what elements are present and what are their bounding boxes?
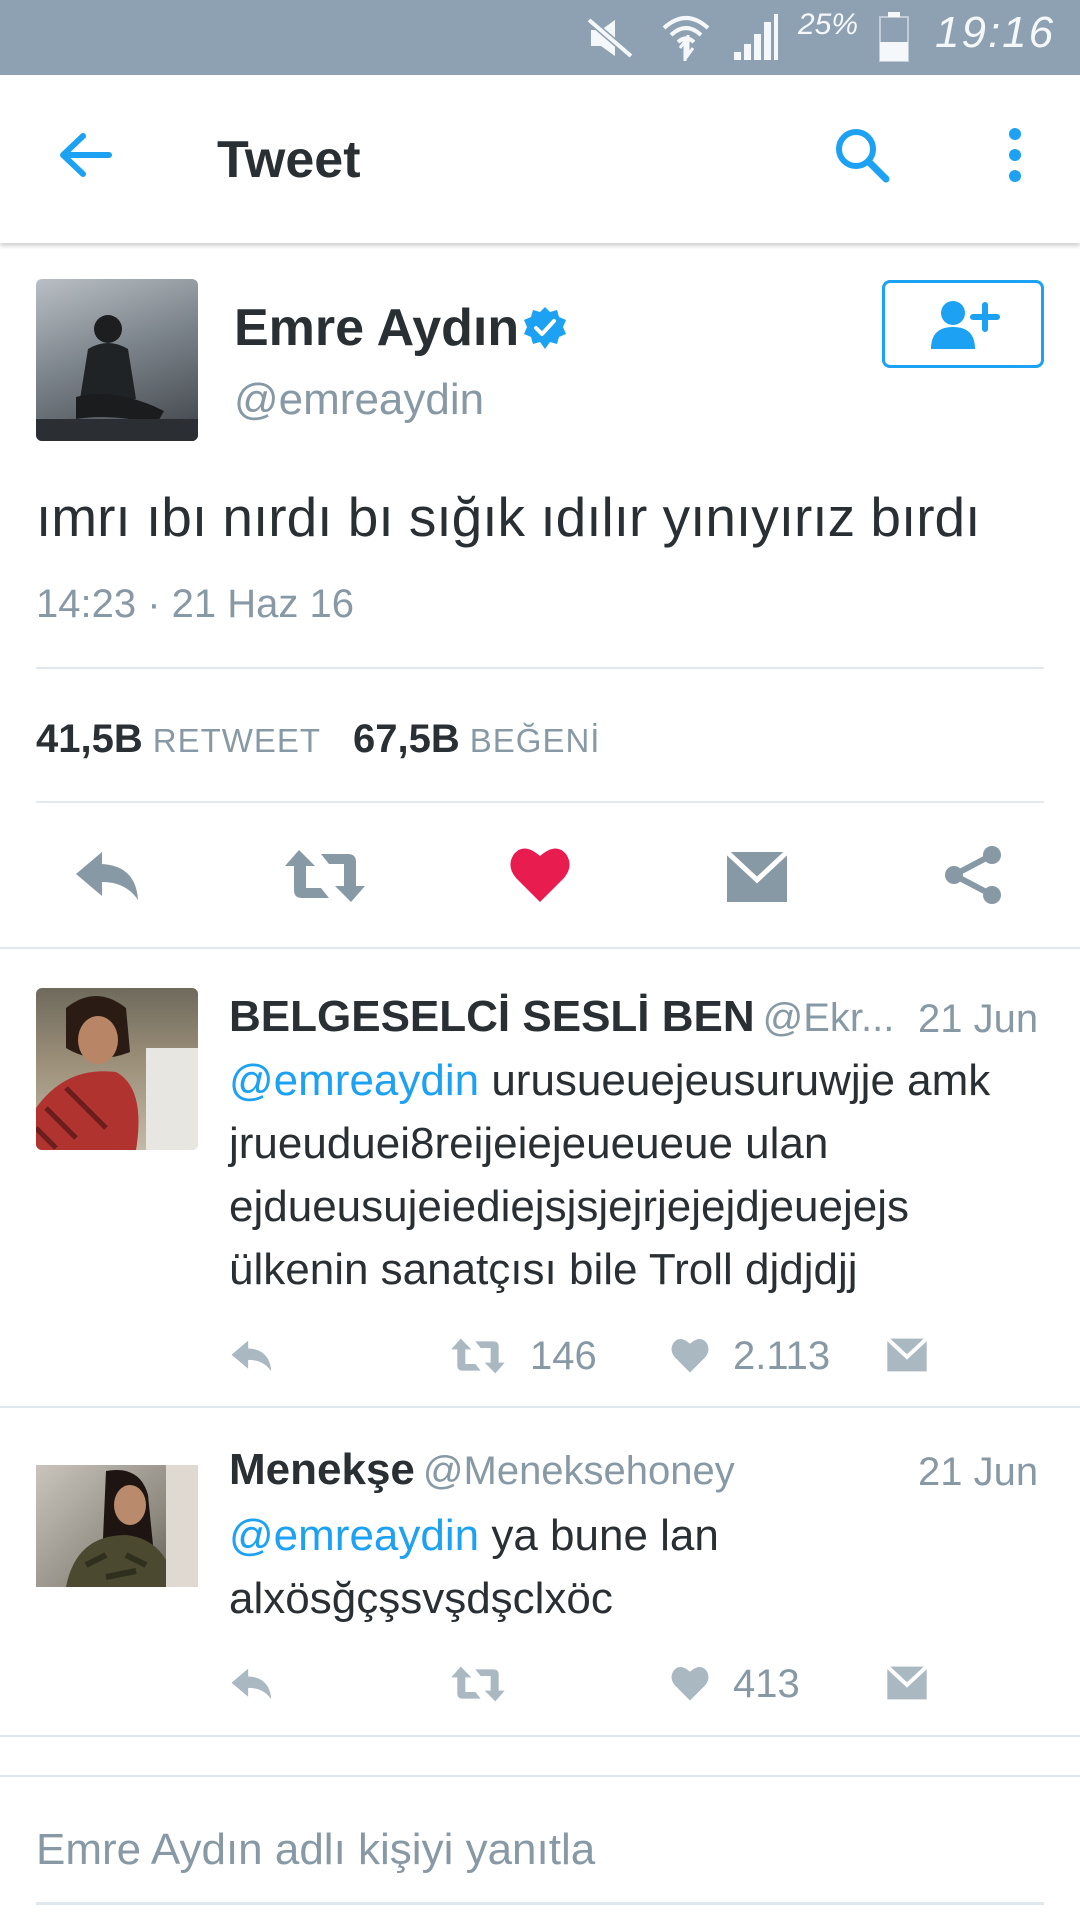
like-heart-icon[interactable] xyxy=(670,1664,710,1702)
reply-icon[interactable] xyxy=(229,1338,275,1374)
retweet-icon[interactable] xyxy=(283,846,367,906)
like-label: BEĞENİ xyxy=(469,722,601,759)
tweet-text: ımrı ıbı nırdı bı sığık ıdılır yınıyırız… xyxy=(36,486,981,548)
divider xyxy=(0,1775,1080,1777)
back-arrow-icon[interactable] xyxy=(55,130,115,180)
direct-message-icon[interactable] xyxy=(725,850,789,904)
reply-author-handle: @Ekr... xyxy=(762,996,895,1040)
avatar-image xyxy=(66,1465,198,1587)
reply-author[interactable]: Menekşe @Meneksehoney xyxy=(229,1445,735,1495)
like-heart-icon[interactable] xyxy=(670,1336,710,1374)
reply-avatar[interactable] xyxy=(36,988,198,1150)
reply-like-count: 413 xyxy=(733,1662,800,1706)
retweet-stat[interactable]: 41,5B RETWEET xyxy=(36,717,321,762)
reply-icon[interactable] xyxy=(229,1666,275,1702)
reply-text-block: @emreaydin ya bune lan alxösğçşsvşdşclxö… xyxy=(229,1504,1049,1630)
divider xyxy=(0,1735,1080,1737)
add-user-icon xyxy=(931,301,1000,349)
follow-button[interactable] xyxy=(882,280,1044,368)
author-name[interactable]: Emre Aydın xyxy=(234,298,519,358)
reply-icon[interactable] xyxy=(72,848,144,904)
more-options-icon[interactable] xyxy=(1000,125,1030,185)
search-icon[interactable] xyxy=(832,125,892,185)
mention-link[interactable]: @emreaydin xyxy=(229,1511,479,1560)
battery-percent: 25% xyxy=(798,8,859,41)
mute-icon xyxy=(586,17,634,59)
page-title: Tweet xyxy=(217,131,361,189)
reply-author-name: BELGESELCİ SESLİ BEN xyxy=(229,992,755,1041)
divider xyxy=(0,947,1080,949)
direct-message-icon[interactable] xyxy=(886,1665,928,1701)
reply-avatar[interactable] xyxy=(36,1465,198,1587)
direct-message-icon[interactable] xyxy=(886,1337,928,1373)
like-heart-icon[interactable] xyxy=(508,844,572,904)
app-bar: Tweet xyxy=(0,75,1080,243)
author-avatar[interactable] xyxy=(36,279,198,441)
retweet-icon[interactable] xyxy=(450,1336,506,1376)
retweet-count: 41,5B xyxy=(36,717,143,761)
mention-link[interactable]: @emreaydin xyxy=(229,1056,479,1105)
retweet-icon[interactable] xyxy=(450,1664,506,1704)
divider xyxy=(36,667,1044,669)
reply-date: 21 Jun xyxy=(918,1450,1039,1494)
clock: 19:16 xyxy=(935,8,1056,57)
reply-author[interactable]: BELGESELCİ SESLİ BEN @Ekr... xyxy=(229,992,894,1042)
reply-retweet-count: 146 xyxy=(530,1334,597,1378)
avatar-image xyxy=(36,315,198,441)
divider xyxy=(36,801,1044,803)
reply-like-count: 2.113 xyxy=(733,1334,831,1378)
battery-icon xyxy=(879,12,909,62)
status-bar: 25% 19:16 xyxy=(0,0,1080,75)
reply-text-block: @emreaydin urusueuejeusuruwjje amk jrueu… xyxy=(229,1049,1049,1301)
like-count: 67,5B xyxy=(353,717,460,761)
reply-author-name: Menekşe xyxy=(229,1445,415,1494)
reply-date: 21 Jun xyxy=(918,997,1039,1041)
wifi-icon xyxy=(662,16,710,61)
retweet-label: RETWEET xyxy=(152,722,322,759)
tweet-timestamp: 14:23 · 21 Haz 16 xyxy=(36,582,354,626)
divider xyxy=(0,1406,1080,1408)
verified-badge-icon xyxy=(524,307,566,349)
like-stat[interactable]: 67,5B BEĞENİ xyxy=(353,717,600,762)
reply-input-underline xyxy=(36,1902,1044,1905)
signal-icon xyxy=(734,14,778,60)
reply-compose-input[interactable]: Emre Aydın adlı kişiyi yanıtla xyxy=(36,1825,595,1875)
reply-author-handle: @Meneksehoney xyxy=(422,1449,735,1493)
author-handle[interactable]: @emreaydin xyxy=(234,375,484,425)
avatar-image xyxy=(36,996,198,1150)
share-icon[interactable] xyxy=(942,844,1004,906)
